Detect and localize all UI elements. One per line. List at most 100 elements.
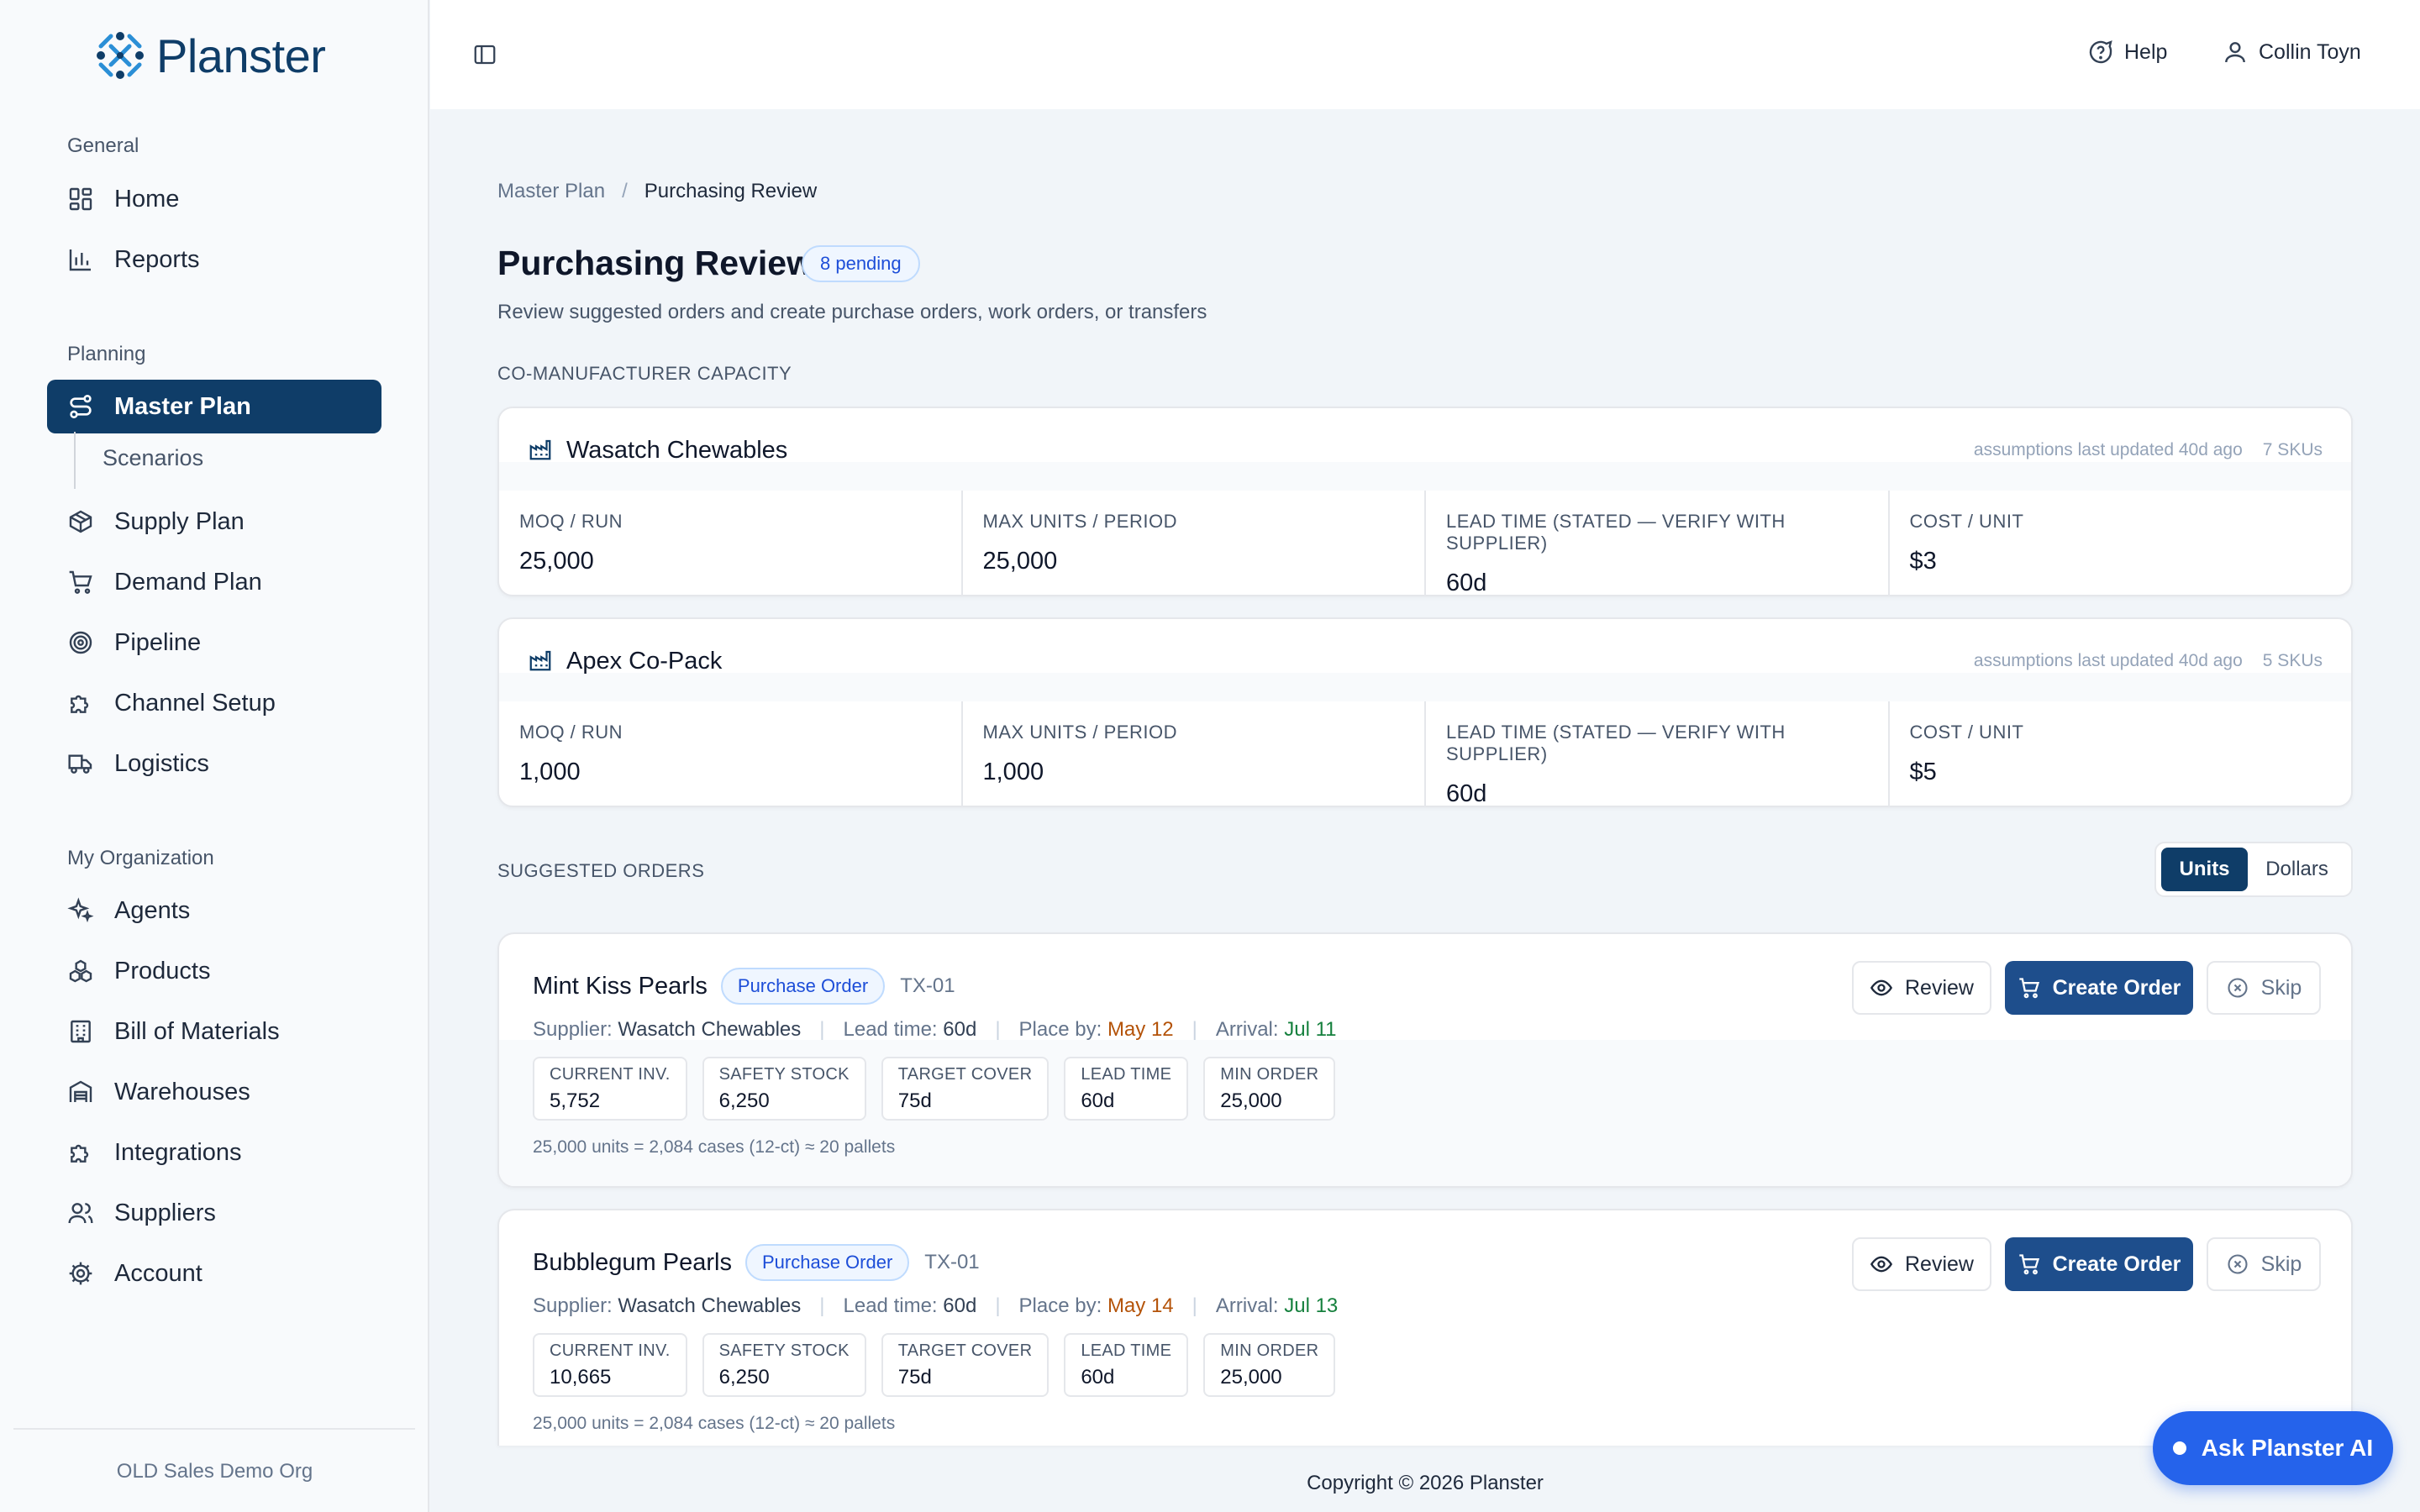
place-by-date: May 14 [1107,1294,1174,1317]
sidebar-item-label: Suppliers [114,1199,216,1226]
review-button[interactable]: Review [1852,961,1991,1015]
puzzle-icon [71,1144,89,1163]
order-type-badge: Purchase Order [744,1244,910,1281]
gear-icon [69,1262,92,1285]
breadcrumb-current: Purchasing Review [644,180,818,202]
capacity-card: Apex Co-Pack assumptions last updated 40… [497,617,2353,807]
chip-label: MIN ORDER [1220,1065,1319,1084]
sidebar-item-suppliers[interactable]: Suppliers [47,1186,381,1240]
sidebar-item-label: Demand Plan [114,568,262,596]
max-units-stat: MAX UNITS / PERIOD 1,000 [963,701,1426,806]
place-by-date: May 12 [1107,1018,1174,1041]
sidebar-item-bom[interactable]: Bill of Materials [47,1005,381,1058]
sidebar-item-demand-plan[interactable]: Demand Plan [47,555,381,609]
review-label: Review [1905,1252,1974,1276]
breadcrumb-parent[interactable]: Master Plan [497,180,605,203]
section-organization: My Organization [67,847,214,869]
sidebar-item-label: Account [114,1259,203,1287]
sidebar-item-label: Reports [114,245,200,273]
supplier-label: Supplier: [533,1018,613,1041]
sidebar-item-warehouses[interactable]: Warehouses [47,1065,381,1119]
package-icon [69,510,92,533]
skip-label: Skip [2260,975,2302,1000]
sidebar-item-scenarios[interactable]: Scenarios [103,445,203,471]
sku-count: 5 SKUs [2262,651,2323,670]
sidebar-item-pipeline[interactable]: Pipeline [47,616,381,669]
sidebar-item-logistics[interactable]: Logistics [47,737,381,790]
home-grid-icon [69,187,92,211]
sidebar-item-label: Logistics [114,749,209,777]
user-menu[interactable]: Collin Toyn [2222,39,2361,66]
puzzle-icon [71,695,89,713]
sidebar-item-integrations[interactable]: Integrations [47,1126,381,1179]
page-subtitle: Review suggested orders and create purch… [497,301,1207,323]
units-dollars-toggle: Units Dollars [2154,842,2353,897]
lead-time-stat: LEAD TIME (STATED — VERIFY WITH SUPPLIER… [1426,491,1890,595]
arrival-date: Jul 13 [1284,1294,1339,1317]
sidebar-item-supply-plan[interactable]: Supply Plan [47,495,381,549]
stat-value: 25,000 [982,548,1058,575]
sidebar-item-account[interactable]: Account [47,1247,381,1300]
sidebar-item-reports[interactable]: Reports [47,233,381,286]
sidebar-item-label: Warehouses [114,1078,250,1105]
create-order-button[interactable]: Create Order [2005,1237,2193,1291]
chip-value: 75d [897,1366,932,1389]
chip-value: 6,250 [718,1089,770,1112]
factory-icon [529,439,551,460]
route-icon [70,395,92,418]
copyright: Copyright © 2026 Planster [1307,1472,1544,1494]
cart-icon [69,570,92,594]
cart-icon [2018,1254,2039,1275]
chip-label: LEAD TIME [1081,1065,1172,1084]
min-order-chip: MIN ORDER 25,000 [1203,1057,1336,1121]
chip-label: TARGET COVER [897,1065,1033,1084]
review-button[interactable]: Review [1852,1237,1991,1291]
sidebar-item-channel-setup[interactable]: Channel Setup [47,676,381,730]
create-order-button[interactable]: Create Order [2005,961,2193,1015]
chip-value: 10,665 [550,1366,612,1389]
skip-button[interactable]: Skip [2207,961,2321,1015]
organization-name[interactable]: OLD Sales Demo Org [0,1460,429,1483]
dollars-toggle-button[interactable]: Dollars [2248,848,2346,891]
sidebar-item-products[interactable]: Products [47,944,381,998]
separator: | [1192,1294,1197,1317]
chip-label: SAFETY STOCK [718,1065,850,1084]
app-name: Planster [156,29,326,82]
chip-label: SAFETY STOCK [718,1341,850,1360]
skip-button[interactable]: Skip [2207,1237,2321,1291]
sidebar-item-master-plan[interactable]: Master Plan [47,380,381,433]
stat-label: LEAD TIME (STATED — VERIFY WITH SUPPLIER… [1446,511,1786,554]
manufacturer-name: Apex Co-Pack [566,648,723,675]
skip-label: Skip [2260,1252,2302,1276]
min-order-chip: MIN ORDER 25,000 [1203,1333,1336,1397]
boxes-icon [69,959,92,983]
separator: | [995,1294,1001,1317]
stat-value: $5 [1909,759,1937,785]
sidebar-item-label: Channel Setup [114,689,276,717]
ask-ai-button[interactable]: Ask Planster AI [2153,1411,2393,1485]
sidebar-item-label: Supply Plan [114,507,245,535]
sidebar-item-home[interactable]: Home [47,172,381,226]
eye-icon [1870,979,1893,996]
sidebar-toggle-button[interactable] [472,42,497,67]
help-button[interactable]: Help [2087,39,2167,66]
user-name: Collin Toyn [2259,39,2361,64]
stat-label: MOQ / RUN [519,722,623,743]
order-details-line: Supplier: Wasatch Chewables | Lead time:… [533,1294,1338,1318]
user-icon [2225,42,2245,63]
chip-value: 25,000 [1220,1366,1282,1389]
chip-value: 6,250 [718,1366,770,1389]
breadcrumb-separator: / [622,180,628,202]
location-code: TX-01 [900,974,955,997]
sidebar-item-label: Home [114,185,180,213]
sidebar-item-agents[interactable]: Agents [47,884,381,937]
app-logo[interactable]: Planster [94,27,326,84]
chip-label: CURRENT INV. [550,1065,671,1084]
units-toggle-button[interactable]: Units [2161,848,2249,891]
top-header: Help Collin Toyn [430,0,2420,109]
assumptions-updated: assumptions last updated 40d ago [1973,440,2243,459]
cost-stat: COST / UNIT $5 [1890,701,2352,806]
separator: | [819,1018,825,1041]
card-band [499,462,2351,491]
chip-value: 75d [897,1089,932,1112]
